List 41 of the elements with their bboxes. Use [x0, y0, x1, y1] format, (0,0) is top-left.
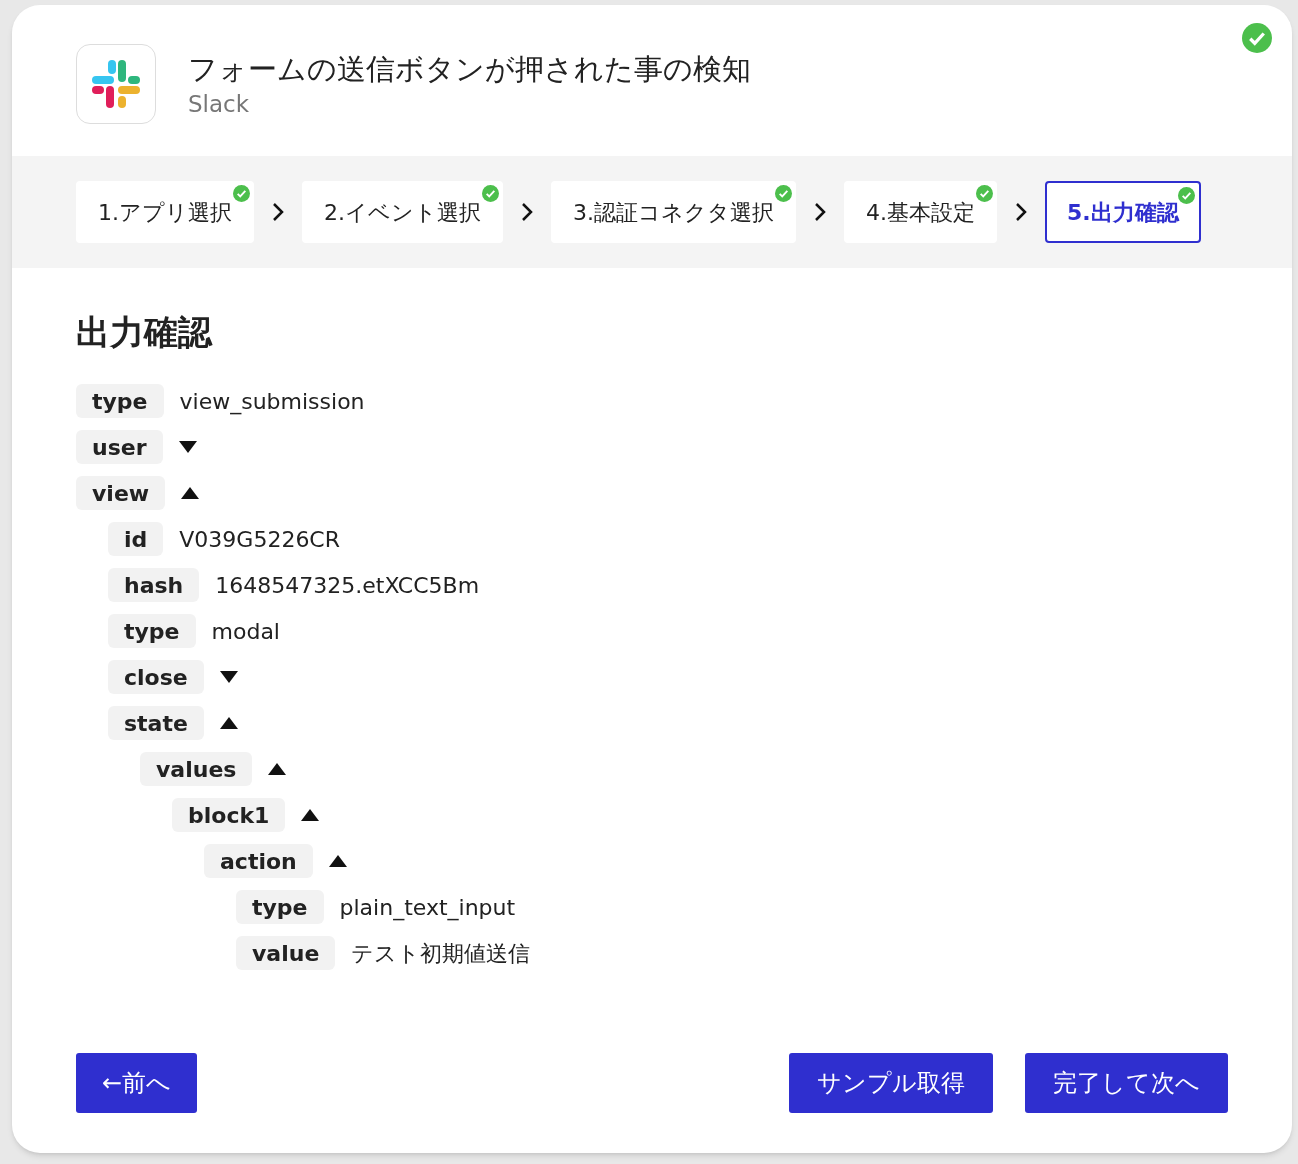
collapse-caret-icon[interactable]: [301, 809, 320, 821]
field-key: type: [76, 384, 164, 418]
field-value: V039G5226CR: [179, 525, 341, 554]
field-key: close: [108, 660, 204, 694]
complete-next-button[interactable]: 完了して次へ: [1025, 1053, 1228, 1113]
field-key: state: [108, 706, 204, 740]
chevron-right-icon: [272, 202, 284, 222]
collapse-caret-icon[interactable]: [219, 717, 238, 729]
field-key: value: [236, 936, 336, 970]
collapse-caret-icon[interactable]: [268, 763, 287, 775]
expand-caret-icon[interactable]: [178, 441, 197, 453]
field-key: id: [108, 522, 164, 556]
step-tab[interactable]: 5.出力確認: [1045, 181, 1201, 243]
field-value: view_submission: [179, 387, 365, 417]
field-key: values: [140, 752, 253, 786]
field-value: テスト初期値送信: [351, 939, 531, 968]
step-tab[interactable]: 4.基本設定: [844, 181, 997, 243]
field-value: 1648547325.etXCC5Bm: [215, 571, 480, 600]
expand-caret-icon[interactable]: [219, 671, 238, 683]
collapse-caret-icon[interactable]: [181, 487, 200, 499]
field-value: plain_text_input: [339, 893, 516, 923]
back-button[interactable]: ←前へ: [76, 1053, 198, 1113]
section-heading: 出力確認: [76, 311, 214, 354]
chevron-right-icon: [814, 202, 826, 222]
field-key: type: [236, 890, 324, 924]
field-key: type: [108, 614, 196, 648]
field-key: action: [204, 844, 313, 878]
get-sample-button[interactable]: サンプル取得: [789, 1053, 993, 1113]
field-key: hash: [108, 568, 200, 602]
chevron-right-icon: [1015, 202, 1027, 222]
step-tab[interactable]: 3.認証コネクタ選択: [551, 181, 796, 243]
collapse-caret-icon[interactable]: [328, 855, 347, 867]
field-key: block1: [172, 798, 286, 832]
trigger-title: フォームの送信ボタンが押された事の検知: [188, 51, 751, 88]
chevron-right-icon: [521, 202, 533, 222]
field-value: modal: [211, 617, 280, 646]
app-name: Slack: [188, 90, 251, 119]
step-tab[interactable]: 1.アプリ選択: [76, 181, 254, 243]
field-key: view: [76, 476, 166, 510]
step-tab[interactable]: 2.イベント選択: [302, 181, 503, 243]
field-key: user: [76, 430, 163, 464]
